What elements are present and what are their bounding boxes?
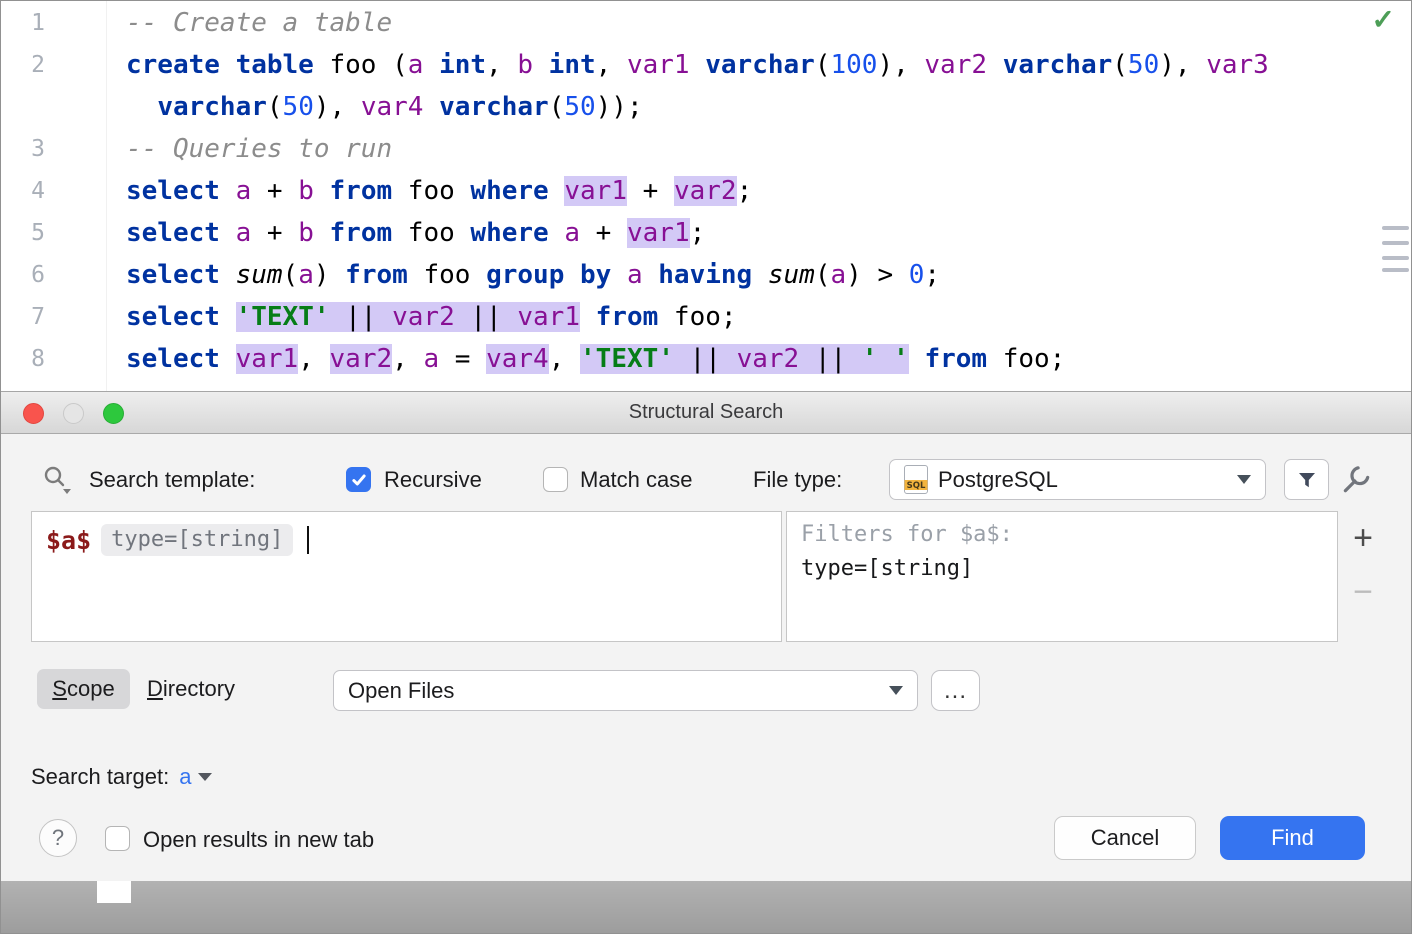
line-number: 3 xyxy=(1,128,45,170)
filters-title: Filters for $a$: xyxy=(801,522,1323,547)
line-number xyxy=(1,86,45,128)
browse-button[interactable]: ... xyxy=(931,670,980,711)
code-line: 4 select a + b from foo where var1 + var2… xyxy=(1,170,1411,212)
code-text: select var1, var2, a = var4, 'TEXT' || v… xyxy=(126,338,1065,380)
code-line: 8 select var1, var2, a = var4, 'TEXT' || … xyxy=(1,338,1411,380)
match-case-label[interactable]: Match case xyxy=(580,466,693,494)
scope-tab-label: Scope xyxy=(52,676,114,702)
dialog-titlebar[interactable]: Structural Search xyxy=(1,391,1411,434)
line-number: 4 xyxy=(1,170,45,212)
scrollbar-mark[interactable] xyxy=(1382,241,1409,245)
file-type-select[interactable]: SQL PostgreSQL xyxy=(889,459,1266,500)
close-window-button[interactable] xyxy=(23,403,44,424)
chevron-down-icon xyxy=(198,773,212,781)
line-number: 1 xyxy=(1,2,45,44)
scope-value: Open Files xyxy=(348,678,454,704)
code-text: select sum(a) from foo group by a having… xyxy=(126,254,940,296)
search-template-editor[interactable]: $a$ type=[string] xyxy=(31,511,782,642)
search-target-label: Search target: xyxy=(31,763,169,791)
scope-tab[interactable]: Scope xyxy=(37,669,130,709)
line-number: 5 xyxy=(1,212,45,254)
line-number: 2 xyxy=(1,44,45,86)
dialog-title: Structural Search xyxy=(1,392,1411,433)
code-line: 3 -- Queries to run xyxy=(1,128,1411,170)
ide-window: 1 -- Create a table 2 create table foo (a i… xyxy=(0,0,1412,934)
match-case-checkbox[interactable] xyxy=(543,467,568,492)
scrollbar-mark[interactable] xyxy=(1382,268,1409,272)
line-number: 7 xyxy=(1,296,45,338)
code-line: 2 create table foo (a int, b int, var1 va… xyxy=(1,44,1411,86)
file-type-label: File type: xyxy=(753,466,842,494)
code-text: select a + b from foo where var1 + var2; xyxy=(126,170,752,212)
remove-filter-button[interactable]: − xyxy=(1344,573,1382,611)
sql-file-icon: SQL xyxy=(904,465,928,494)
code-line: 7 select 'TEXT' || var2 || var1 from foo; xyxy=(1,296,1411,338)
search-history-icon[interactable] xyxy=(41,463,73,500)
recursive-checkbox[interactable] xyxy=(346,467,371,492)
directory-tab[interactable]: Directory xyxy=(147,675,235,703)
open-results-checkbox[interactable] xyxy=(105,826,130,851)
code-text: create table foo (a int, b int, var1 var… xyxy=(126,44,1269,86)
code-text: select a + b from foo where a + var1; xyxy=(126,212,705,254)
chevron-down-icon xyxy=(889,686,903,695)
dialog-body: Search template: Recursive Match case Fi… xyxy=(1,434,1411,881)
code-text: -- Queries to run xyxy=(126,128,392,170)
scrollbar-mark[interactable] xyxy=(1382,256,1409,260)
filter-value: type=[string] xyxy=(801,556,1323,581)
recursive-label[interactable]: Recursive xyxy=(384,466,482,494)
code-text: varchar(50), var4 varchar(50)); xyxy=(126,86,643,128)
code-text: -- Create a table xyxy=(126,2,392,44)
open-results-label[interactable]: Open results in new tab xyxy=(143,826,374,854)
code-line: 6 select sum(a) from foo group by a havin… xyxy=(1,254,1411,296)
line-number: 6 xyxy=(1,254,45,296)
scope-select[interactable]: Open Files xyxy=(333,670,918,711)
svg-text:SQL: SQL xyxy=(907,481,926,491)
chevron-down-icon xyxy=(1237,475,1251,484)
cancel-button[interactable]: Cancel xyxy=(1054,816,1196,860)
wrench-icon[interactable] xyxy=(1339,462,1373,501)
add-filter-button[interactable]: + xyxy=(1344,519,1382,557)
background-band xyxy=(1,881,1411,933)
check-icon xyxy=(351,472,367,488)
code-line: varchar(50), var4 varchar(50)); xyxy=(1,86,1411,128)
code-line: 5 select a + b from foo where a + var1; xyxy=(1,212,1411,254)
search-target-value[interactable]: a xyxy=(179,764,191,790)
fullscreen-window-button[interactable] xyxy=(103,403,124,424)
filters-panel[interactable]: Filters for $a$: type=[string] xyxy=(786,511,1338,642)
filter-button[interactable] xyxy=(1284,459,1329,500)
scrollbar-mark[interactable] xyxy=(1382,226,1409,230)
code-line: 1 -- Create a table xyxy=(1,2,1411,44)
editor-peek xyxy=(97,881,131,903)
code-area: 1 -- Create a table 2 create table foo (a i… xyxy=(1,2,1411,380)
help-button[interactable]: ? xyxy=(39,819,77,857)
line-number: 8 xyxy=(1,338,45,380)
inspections-ok-icon: ✓ xyxy=(1372,3,1395,36)
template-variable: $a$ xyxy=(46,526,91,555)
code-text: select 'TEXT' || var2 || var1 from foo; xyxy=(126,296,737,338)
search-target-row: Search target: a xyxy=(31,763,212,791)
sql-editor[interactable]: 1 -- Create a table 2 create table foo (a i… xyxy=(1,1,1411,391)
template-filter-hint: type=[string] xyxy=(101,524,293,556)
funnel-icon xyxy=(1297,470,1317,490)
search-template-label: Search template: xyxy=(89,466,255,494)
text-caret xyxy=(307,526,309,554)
minimize-window-button[interactable] xyxy=(63,403,84,424)
file-type-value: PostgreSQL xyxy=(938,467,1058,493)
find-button[interactable]: Find xyxy=(1220,816,1365,860)
